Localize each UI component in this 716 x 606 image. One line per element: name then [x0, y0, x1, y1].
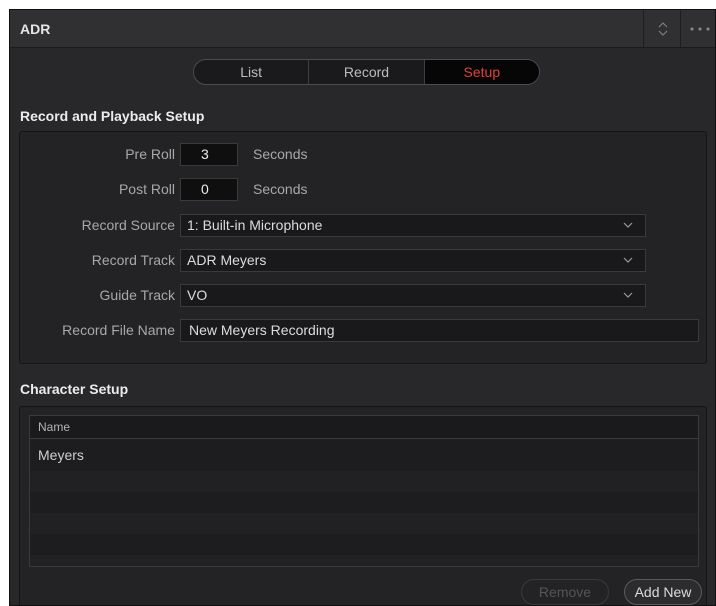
panel-title: ADR	[20, 21, 51, 37]
chevron-down-icon	[623, 222, 633, 228]
pre-roll-field[interactable]: 3	[180, 143, 238, 166]
pre-roll-unit: Seconds	[253, 146, 308, 162]
table-row-empty	[30, 513, 698, 534]
character-table: Name Meyers	[29, 415, 699, 567]
tab-record[interactable]: Record	[309, 60, 425, 84]
tab-setup[interactable]: Setup	[424, 60, 539, 84]
name-column-header[interactable]: Name	[30, 416, 698, 439]
record-track-dropdown[interactable]: ADR Meyers	[180, 249, 646, 272]
table-row-empty	[30, 555, 698, 566]
record-source-value: 1: Built-in Microphone	[187, 217, 323, 233]
more-options-icon[interactable]	[680, 10, 715, 47]
record-playback-heading: Record and Playback Setup	[20, 108, 205, 124]
record-track-value: ADR Meyers	[187, 252, 267, 268]
adr-panel: ADR List Record Setup Record and Playbac…	[9, 9, 716, 606]
up-down-chevron-icon[interactable]	[643, 10, 681, 47]
record-source-label: Record Source	[81, 217, 175, 233]
table-row-empty	[30, 492, 698, 513]
character-setup-group: Name Meyers Remove Add New	[19, 406, 707, 605]
table-row[interactable]: Meyers	[30, 439, 698, 471]
post-roll-label: Post Roll	[118, 181, 175, 197]
record-source-dropdown[interactable]: 1: Built-in Microphone	[180, 214, 646, 237]
guide-track-value: VO	[187, 287, 208, 303]
post-roll-unit: Seconds	[253, 181, 308, 197]
view-tabs: List Record Setup	[193, 59, 540, 85]
guide-track-label: Guide Track	[99, 287, 175, 303]
pre-roll-label: Pre Roll	[125, 146, 175, 162]
guide-track-dropdown[interactable]: VO	[180, 284, 646, 307]
record-track-label: Record Track	[91, 252, 175, 268]
table-row-empty	[30, 534, 698, 555]
chevron-down-icon	[623, 292, 633, 298]
chevron-down-icon	[623, 257, 633, 263]
tab-list[interactable]: List	[194, 60, 310, 84]
panel-titlebar: ADR	[10, 10, 715, 48]
add-new-button[interactable]: Add New	[624, 579, 702, 605]
record-file-name-label: Record File Name	[62, 322, 175, 338]
record-file-name-field[interactable]: New Meyers Recording	[180, 319, 699, 342]
table-row-empty	[30, 471, 698, 492]
remove-button[interactable]: Remove	[521, 579, 609, 605]
record-playback-group: Pre Roll 3 Seconds Post Roll 0 Seconds R…	[19, 131, 707, 364]
post-roll-field[interactable]: 0	[180, 178, 238, 201]
character-setup-heading: Character Setup	[20, 381, 129, 397]
